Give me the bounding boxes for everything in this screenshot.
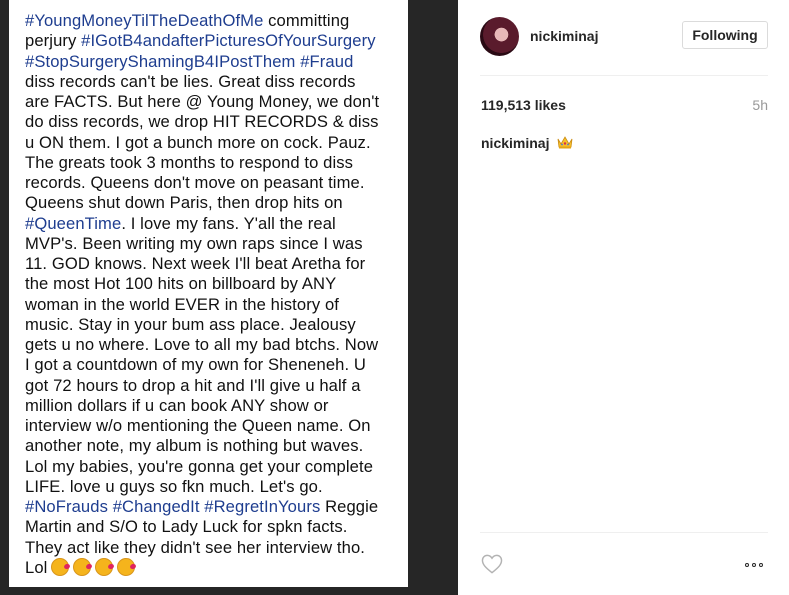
post-media-pane: #YoungMoneyTilTheDeathOfMe committing per…	[0, 0, 458, 595]
body-text: Reggie	[320, 497, 379, 516]
body-text: Queens shut down Paris, then drop hits o…	[25, 193, 343, 213]
post-text-line: #StopSurgeryShamingB4IPostThem #Fraud	[25, 52, 397, 72]
post-text-line: #YoungMoneyTilTheDeathOfMe committing	[25, 11, 397, 31]
body-text: committing	[263, 11, 350, 30]
hashtag-text: #YoungMoneyTilTheDeathOfMe	[25, 11, 264, 30]
body-text: interview w/o mentioning the Queen name.…	[25, 416, 371, 435]
post-text-line: The greats took 3 months to respond to d…	[25, 153, 397, 173]
divider	[480, 532, 768, 533]
body-text: the most Hot 100 hits on billboard by AN…	[25, 274, 337, 294]
kissing-face-emoji-icon	[117, 557, 136, 576]
body-text: perjury	[25, 31, 82, 51]
body-text: . I love my fans. Y'all the real	[121, 213, 336, 233]
post-text-line: MVP's. Been writing my own raps since I …	[25, 234, 397, 254]
body-text: Lol my babies, you're gonna get your com…	[25, 456, 374, 476]
dot-icon	[745, 563, 749, 567]
body-text: are FACTS. But here @ Young Money, we do…	[25, 92, 380, 111]
hashtag-text: #Fraud	[300, 51, 354, 71]
body-text: music. Stay in your bum ass place. Jealo…	[25, 314, 356, 334]
body-text: The greats took 3 months to respond to d…	[25, 152, 354, 172]
post-text-line: gets u no where. Love to all my bad btch…	[25, 335, 397, 355]
post-details-pane: nickiminaj Following 119,513 likes 5h ni…	[458, 0, 789, 595]
hashtag-text: #ChangedIt	[112, 497, 200, 516]
avatar[interactable]	[480, 17, 519, 56]
kissing-face-emoji-icon	[51, 557, 70, 576]
hashtag-text: #RegretInYours	[204, 497, 321, 516]
post-text-line: #QueenTime. I love my fans. Y'all the re…	[25, 214, 397, 234]
body-text: Lol	[25, 557, 48, 577]
post-text-line: the most Hot 100 hits on billboard by AN…	[25, 274, 397, 294]
hashtag-text: #QueenTime	[25, 213, 122, 233]
post-text-line: Lol	[25, 557, 397, 578]
following-button[interactable]: Following	[682, 21, 768, 49]
post-timestamp[interactable]: 5h	[752, 97, 768, 113]
post-text-line: records. Queens don't move on peasant ti…	[25, 173, 397, 193]
post-text-line: They act like they didn't see her interv…	[25, 538, 397, 558]
caption: nickiminaj	[481, 135, 573, 151]
post-image[interactable]: #YoungMoneyTilTheDeathOfMe committing per…	[9, 0, 408, 587]
heart-outline-icon[interactable]	[481, 554, 505, 576]
post-text-line: are FACTS. But here @ Young Money, we do…	[25, 92, 397, 112]
body-text: Martin and S/O to Lady Luck for spkn fac…	[25, 517, 348, 537]
post-text-line: music. Stay in your bum ass place. Jealo…	[25, 315, 397, 335]
body-text: u ON them. I got a bunch more on cock. P…	[25, 132, 371, 152]
emoji-row	[51, 557, 136, 576]
likes-count[interactable]: 119,513 likes	[481, 97, 566, 113]
divider	[480, 75, 768, 76]
dot-icon	[752, 563, 756, 567]
post-text-line: 11. GOD knows. Next week I'll beat Areth…	[25, 254, 397, 274]
header-username[interactable]: nickiminaj	[530, 28, 598, 44]
post-text-line: perjury #IGotB4andafterPicturesOfYourSur…	[25, 31, 397, 51]
caption-username[interactable]: nickiminaj	[481, 135, 549, 151]
body-text: records. Queens don't move on peasant ti…	[25, 173, 365, 192]
post-text-line: Martin and S/O to Lady Luck for spkn fac…	[25, 517, 397, 537]
post-text-line: u ON them. I got a bunch more on cock. P…	[25, 133, 397, 153]
body-text: LIFE. love u guys so fkn much. Let's go.	[25, 476, 323, 496]
hashtag-text: #StopSurgeryShamingB4IPostThem	[25, 51, 296, 71]
crown-emoji-icon	[557, 136, 573, 149]
body-text: another note, my album is nothing but wa…	[25, 436, 364, 456]
post-text-line: LIFE. love u guys so fkn much. Let's go.	[25, 477, 397, 497]
post-image-text: #YoungMoneyTilTheDeathOfMe committing per…	[25, 11, 397, 578]
hashtag-text: #NoFrauds	[25, 497, 108, 516]
hashtag-text: #IGotB4andafterPicturesOfYourSurgery	[81, 31, 376, 51]
body-text: gets u no where. Love to all my bad btch…	[25, 335, 379, 354]
post-text-line: do diss records, we drop HIT RECORDS & d…	[25, 112, 397, 132]
post-header: nickiminaj Following	[480, 17, 768, 57]
kissing-face-emoji-icon	[73, 557, 92, 576]
post-text-line: woman in the world EVER in the history o…	[25, 295, 397, 315]
more-options-icon[interactable]	[745, 560, 769, 570]
body-text: They act like they didn't see her interv…	[25, 537, 366, 557]
body-text: got 72 hours to drop a hit and I'll give…	[25, 375, 361, 395]
body-text: million dollars if u can book ANY show o…	[25, 395, 329, 415]
post-text-line: another note, my album is nothing but wa…	[25, 436, 397, 456]
post-text-line: #NoFrauds #ChangedIt #RegretInYours Regg…	[25, 497, 397, 517]
dot-icon	[759, 563, 763, 567]
post-text-line: Lol my babies, you're gonna get your com…	[25, 457, 397, 477]
post-text-line: interview w/o mentioning the Queen name.…	[25, 416, 397, 436]
body-text: 11. GOD knows. Next week I'll beat Areth…	[25, 254, 366, 273]
post-text-line: I got a countdown of my own for Sheneneh…	[25, 355, 397, 375]
post-text-line: Queens shut down Paris, then drop hits o…	[25, 193, 397, 213]
post-text-line: diss records can't be lies. Great diss r…	[25, 72, 397, 92]
body-text: do diss records, we drop HIT RECORDS & d…	[25, 112, 379, 132]
post-text-line: million dollars if u can book ANY show o…	[25, 396, 397, 416]
body-text: diss records can't be lies. Great diss r…	[25, 71, 356, 91]
body-text: MVP's. Been writing my own raps since I …	[25, 233, 363, 253]
post-text-line: got 72 hours to drop a hit and I'll give…	[25, 376, 397, 396]
body-text: I got a countdown of my own for Sheneneh…	[25, 355, 366, 375]
body-text: woman in the world EVER in the history o…	[25, 294, 339, 314]
kissing-face-emoji-icon	[95, 557, 114, 576]
